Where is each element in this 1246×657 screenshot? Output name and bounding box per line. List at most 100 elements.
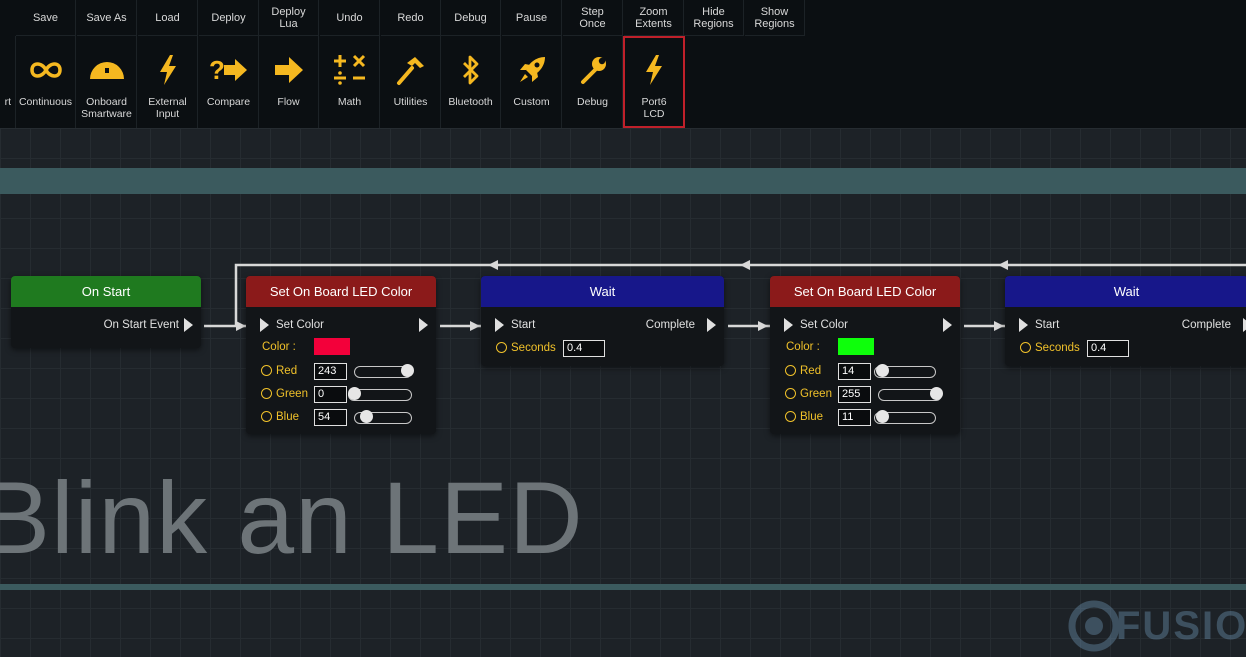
green-2-port-icon[interactable] (785, 388, 796, 400)
save-as-button[interactable]: Save As (77, 0, 137, 36)
pause-button[interactable]: Pause (502, 0, 562, 36)
green-2-slider[interactable] (878, 387, 943, 401)
tool-compare[interactable]: ? Compare (199, 36, 259, 128)
node-wait-1[interactable]: Wait Start Complete Seconds 0.4 (481, 276, 724, 366)
tool-continuous[interactable]: Continuous (16, 36, 76, 128)
input-port-icon (495, 318, 504, 332)
tool-start-partial-label: rt (4, 96, 11, 108)
node-set-led-color-2-header[interactable]: Set On Board LED Color (770, 276, 960, 307)
node-set-led-color-1-title: Set On Board LED Color (269, 284, 413, 299)
output-port-icon (184, 318, 193, 332)
on-start-event-port[interactable] (184, 318, 193, 332)
blue-1-label: Blue (276, 411, 300, 423)
node-on-start[interactable]: On Start On Start Event (11, 276, 201, 348)
tool-port6-lcd[interactable]: Port6 LCD (623, 36, 685, 128)
connection-wires (204, 260, 1246, 331)
deploy-lua-label: Deploy Lua (271, 5, 306, 30)
green-1-input[interactable]: 0 (314, 386, 347, 403)
green-1-port-icon[interactable] (261, 388, 272, 400)
flow-canvas[interactable]: Blink an LED On Start On Start Event Set… (0, 128, 1246, 657)
node-on-start-header[interactable]: On Start (11, 276, 201, 307)
wait-2-start-port[interactable] (1019, 318, 1028, 332)
set-color-1-output-port[interactable] (419, 318, 428, 332)
debug-run-button[interactable]: Debug (441, 0, 501, 36)
wait-2-seconds-input[interactable]: 0.4 (1087, 340, 1129, 357)
undo-button[interactable]: Undo (320, 0, 380, 36)
red-1-slider[interactable] (354, 364, 414, 378)
color-2-swatch[interactable] (838, 338, 874, 355)
red-2-input[interactable]: 14 (838, 363, 871, 380)
wait-1-seconds-input[interactable]: 0.4 (563, 340, 605, 357)
green-1-slider[interactable] (348, 387, 412, 401)
save-button[interactable]: Save (16, 0, 76, 36)
wait-1-start-port[interactable] (495, 318, 504, 332)
set-color-2-label: Set Color (800, 319, 848, 331)
hide-regions-button[interactable]: Hide Regions (684, 0, 744, 36)
on-start-event-label: On Start Event (103, 319, 179, 331)
node-wait-1-header[interactable]: Wait (481, 276, 724, 307)
step-once-button[interactable]: Step Once (563, 0, 623, 36)
show-regions-button[interactable]: Show Regions (745, 0, 805, 36)
red-2-slider[interactable] (874, 364, 936, 378)
tool-bluetooth[interactable]: Bluetooth (441, 36, 501, 128)
toolbar: Save Save As Load Deploy Deploy Lua Undo… (0, 0, 1246, 128)
redo-button[interactable]: Redo (381, 0, 441, 36)
blue-2-slider-knob[interactable] (876, 410, 889, 423)
blue-2-input[interactable]: 11 (838, 409, 871, 426)
tool-utilities[interactable]: Utilities (381, 36, 441, 128)
wait-1-seconds-row: Seconds (496, 342, 556, 354)
blue-2-port-icon[interactable] (785, 411, 796, 423)
node-wait-1-title: Wait (589, 284, 616, 299)
tool-custom-label: Custom (513, 96, 550, 108)
node-set-led-color-2[interactable]: Set On Board LED Color Set Color Color :… (770, 276, 960, 434)
green-1-slider-knob[interactable] (348, 387, 361, 400)
input-port-icon (1019, 318, 1028, 332)
question-arrow-icon: ? (199, 52, 258, 88)
deploy-lua-button[interactable]: Deploy Lua (259, 0, 319, 36)
red-1-input[interactable]: 243 (314, 363, 347, 380)
step-once-label: Step Once (579, 5, 606, 30)
tool-custom[interactable]: Custom (502, 36, 562, 128)
red-2-slider-knob[interactable] (876, 364, 889, 377)
tool-math[interactable]: Math (320, 36, 380, 128)
blue-1-port-icon[interactable] (261, 411, 272, 423)
set-color-2-input-port[interactable] (784, 318, 793, 332)
node-wait-2[interactable]: Wait Start Complete Seconds 0.4 (1005, 276, 1246, 366)
green-2-input[interactable]: 255 (838, 386, 871, 403)
tool-flow[interactable]: Flow (259, 36, 319, 128)
set-color-2-output-port[interactable] (943, 318, 952, 332)
rocket-icon (502, 52, 561, 88)
wait-1-seconds-port-icon[interactable] (496, 342, 507, 354)
blue-1-slider-knob[interactable] (360, 410, 373, 423)
blue-1-row: Blue (261, 411, 299, 423)
red-2-port-icon[interactable] (785, 365, 796, 377)
color-1-swatch[interactable] (314, 338, 350, 355)
blue-1-slider[interactable] (354, 410, 412, 424)
tool-onboard-smartware[interactable]: Onboard Smartware (77, 36, 137, 128)
wait-2-seconds-port-icon[interactable] (1020, 342, 1031, 354)
node-set-led-color-2-title: Set On Board LED Color (793, 284, 937, 299)
set-color-1-input-port[interactable] (260, 318, 269, 332)
deploy-button[interactable]: Deploy (199, 0, 259, 36)
show-regions-label: Show Regions (754, 5, 795, 30)
node-wait-2-title: Wait (1113, 284, 1140, 299)
set-color-1-label: Set Color (276, 319, 324, 331)
tool-start-partial[interactable]: rt (0, 36, 16, 128)
load-button[interactable]: Load (138, 0, 198, 36)
watermark-text: FUSIO (1116, 604, 1246, 648)
node-wait-2-header[interactable]: Wait (1005, 276, 1246, 307)
green-2-slider-knob[interactable] (930, 387, 943, 400)
node-set-led-color-1[interactable]: Set On Board LED Color Set Color Color :… (246, 276, 436, 434)
node-set-led-color-1-header[interactable]: Set On Board LED Color (246, 276, 436, 307)
zoom-extents-button[interactable]: Zoom Extents (624, 0, 684, 36)
lightning-icon (625, 52, 683, 88)
wait-1-complete-port[interactable] (707, 318, 716, 332)
red-1-port-icon[interactable] (261, 365, 272, 377)
q-logo-icon (1068, 600, 1120, 652)
tool-debug[interactable]: Debug (563, 36, 623, 128)
blue-2-slider[interactable] (874, 410, 936, 424)
wait-2-complete-label: Complete (1181, 319, 1231, 331)
tool-external-input[interactable]: External Input (138, 36, 198, 128)
red-1-slider-knob[interactable] (401, 364, 414, 377)
blue-1-input[interactable]: 54 (314, 409, 347, 426)
